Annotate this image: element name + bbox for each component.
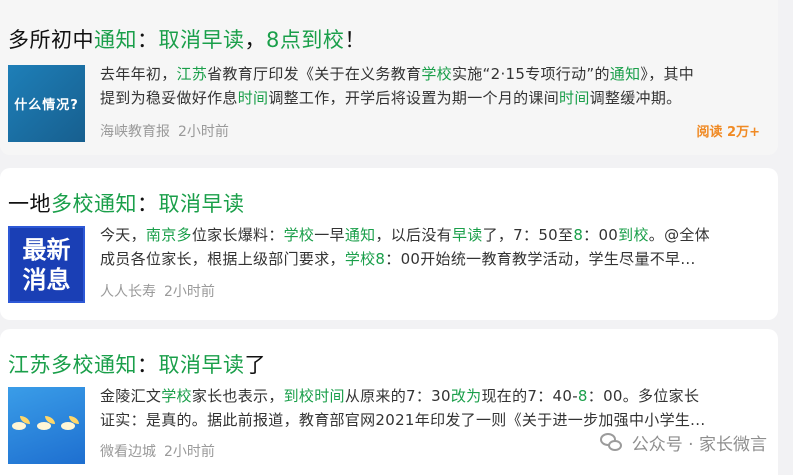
text-segment: 金陵汇文 <box>100 387 162 405</box>
highlighted-keyword: 时间 <box>237 89 269 107</box>
excerpt-line: 去年年初，江苏省教育厅印发《关于在义务教育学校实施“2·15专项行动”的通知》，… <box>100 62 760 86</box>
text-segment: 》，其中 <box>640 65 695 83</box>
highlighted-keyword: 江苏 <box>176 65 208 83</box>
text-segment: 调整工作，开学后将设置为期一个月的课间 <box>268 89 560 107</box>
text-segment: 今天， <box>100 226 146 244</box>
bird-icon <box>60 415 81 432</box>
text-segment: 省教育厅印发《关于在义务教育 <box>207 65 422 83</box>
article-meta: 海峡教育报 2小时前 <box>100 121 229 141</box>
highlighted-keyword: 8 <box>577 387 588 405</box>
excerpt-line: 提到为稳妥做好作息时间调整工作，开学后将设置为期一个月的课间时间调整缓冲期。 <box>100 86 760 110</box>
article-title[interactable]: 多所初中通知：取消早读，8点到校！ <box>8 24 366 54</box>
highlighted-keyword: 江苏多校通知 <box>8 353 137 377</box>
highlighted-keyword: 多校通知 <box>51 192 137 216</box>
text-segment: 实施“2·15专项行动”的 <box>451 65 610 83</box>
text-segment: 了，7：50至 <box>482 226 574 244</box>
highlighted-keyword: 到校时间 <box>283 387 345 405</box>
watermark-text: 公众号 · 家长微言 <box>631 435 767 455</box>
text-segment: ： <box>137 28 159 52</box>
text-segment: 证实：是真的。据此前报道，教育部官网2021年印发了一则《关于进一步加强中小学生… <box>100 411 706 429</box>
text-segment: ：00开始统一教育教学活动，学生尽量不早... <box>385 250 696 268</box>
thumbnail-caption: 什么情况? <box>14 98 79 113</box>
article-title[interactable]: 一地多校通知：取消早读 <box>8 188 245 218</box>
article-time: 2小时前 <box>164 284 215 300</box>
highlighted-keyword: 学校 <box>161 387 192 405</box>
article-excerpt: 去年年初，江苏省教育厅印发《关于在义务教育学校实施“2·15专项行动”的通知》，… <box>100 62 760 110</box>
highlighted-keyword: 取消早读 <box>158 192 245 216</box>
text-segment: 去年年初， <box>100 65 177 83</box>
article-card[interactable]: 多所初中通知：取消早读，8点到校！ 什么情况? 去年年初，江苏省教育厅印发《关于… <box>0 0 778 155</box>
article-thumbnail[interactable]: 什么情况? <box>8 65 85 142</box>
highlighted-keyword: 早读 <box>451 226 483 244</box>
thumbnail-caption: 消息 <box>22 265 71 294</box>
text-segment: 了 <box>244 353 266 377</box>
text-segment: 家长也表示， <box>191 387 284 405</box>
article-thumbnail[interactable]: 最新 消息 <box>8 226 85 303</box>
highlighted-keyword: 取消早读 <box>158 353 245 377</box>
text-segment: 调整缓冲期。 <box>589 89 682 107</box>
wechat-icon <box>599 432 624 453</box>
article-meta: 人人长寿 2小时前 <box>100 281 215 301</box>
text-segment: 位家长爆料： <box>191 226 284 244</box>
highlighted-keyword: 8 <box>573 226 584 244</box>
highlighted-keyword: 南京多 <box>145 226 192 244</box>
text-segment: 从原来的7：30 <box>344 387 451 405</box>
highlighted-keyword: 学校8 <box>344 250 386 268</box>
bird-icon <box>36 415 57 432</box>
bird-icon <box>12 415 32 432</box>
highlighted-keyword: 改为 <box>450 387 482 405</box>
text-segment: ，以后没有 <box>375 226 452 244</box>
article-excerpt: 今天，南京多位家长爆料：学校一早通知，以后没有早读了，7：50至8：00到校。@… <box>100 223 760 271</box>
highlighted-keyword: 8点到校 <box>266 28 345 52</box>
text-segment: 一早 <box>314 226 345 244</box>
article-excerpt: 金陵汇文学校家长也表示，到校时间从原来的7：30改为现在的7：40-8：00。多… <box>100 384 760 432</box>
article-source[interactable]: 微看边城 <box>100 444 156 460</box>
text-segment: 提到为稳妥做好作息 <box>100 89 238 107</box>
highlighted-keyword: 到校 <box>618 226 649 244</box>
text-segment: ：00。多位家长 <box>587 387 700 405</box>
thumbnail-caption: 最新 <box>22 235 71 264</box>
text-segment: 。@全体 <box>648 226 710 244</box>
account-watermark: 公众号 · 家长微言 <box>599 430 767 455</box>
highlighted-keyword: 通知 <box>94 28 137 52</box>
text-segment: ！ <box>344 28 366 52</box>
highlighted-keyword: 学校 <box>421 65 452 83</box>
article-time: 2小时前 <box>164 444 215 460</box>
article-source[interactable]: 人人长寿 <box>100 284 156 300</box>
text-segment: ： <box>137 353 159 377</box>
text-segment: ， <box>244 28 266 52</box>
article-source[interactable]: 海峡教育报 <box>100 124 170 140</box>
highlighted-keyword: 时间 <box>559 89 590 107</box>
article-time: 2小时前 <box>178 124 229 140</box>
highlighted-keyword: 取消早读 <box>158 28 245 52</box>
read-count-badge: 阅读 2万+ <box>696 125 760 140</box>
article-title[interactable]: 江苏多校通知：取消早读了 <box>8 349 266 379</box>
highlighted-keyword: 学校 <box>283 226 315 244</box>
excerpt-line: 金陵汇文学校家长也表示，到校时间从原来的7：30改为现在的7：40-8：00。多… <box>100 384 760 408</box>
text-segment: 一地 <box>8 192 51 216</box>
text-segment: 多所初中 <box>8 28 94 52</box>
text-segment: ：00 <box>583 226 619 244</box>
highlighted-keyword: 通知 <box>344 226 376 244</box>
highlighted-keyword: 通知 <box>609 65 641 83</box>
article-thumbnail[interactable] <box>8 387 85 464</box>
excerpt-line: 成员各位家长，根据上级部门要求，学校8：00开始统一教育教学活动，学生尽量不早.… <box>100 247 760 271</box>
excerpt-line: 今天，南京多位家长爆料：学校一早通知，以后没有早读了，7：50至8：00到校。@… <box>100 223 760 247</box>
text-segment: ： <box>137 192 159 216</box>
text-segment: 成员各位家长，根据上级部门要求， <box>100 250 345 268</box>
article-card[interactable]: 一地多校通知：取消早读 最新 消息 今天，南京多位家长爆料：学校一早通知，以后没… <box>0 168 778 320</box>
text-segment: 现在的7：40- <box>481 387 578 405</box>
excerpt-line: 证实：是真的。据此前报道，教育部官网2021年印发了一则《关于进一步加强中小学生… <box>100 408 760 432</box>
article-meta: 微看边城 2小时前 <box>100 441 215 461</box>
